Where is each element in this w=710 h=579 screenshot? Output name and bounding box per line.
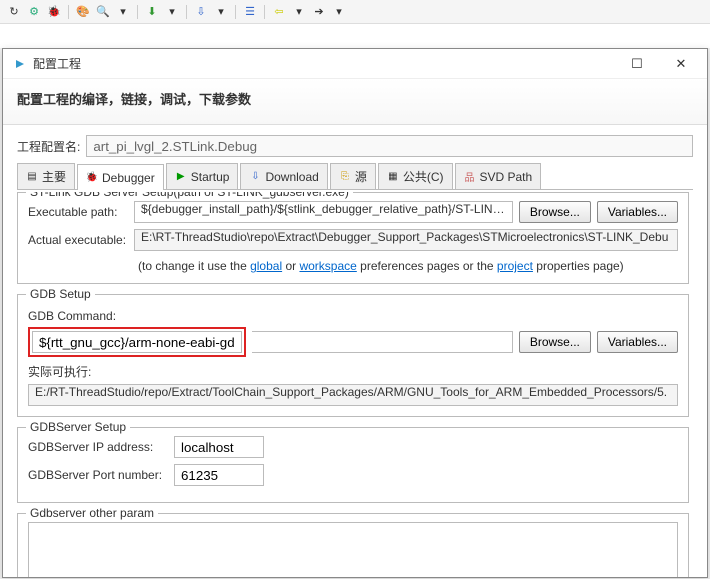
tab-source[interactable]: ⎘ 源 (330, 163, 376, 189)
port-label: GDBServer Port number: (28, 468, 168, 482)
window-controls: ☐ ✕ (619, 53, 699, 75)
back-icon[interactable]: ⇦ (271, 4, 287, 20)
port-row: GDBServer Port number: (28, 464, 678, 486)
download-icon: ⇩ (249, 171, 261, 183)
other-param-legend: Gdbserver other param (26, 506, 158, 520)
dialog-titlebar: 配置工程 ☐ ✕ (3, 49, 707, 79)
list-icon[interactable]: ☰ (242, 4, 258, 20)
variables-button[interactable]: Variables... (597, 331, 678, 353)
dialog-banner: 配置工程的编译，链接，调试，下载参数 (3, 79, 707, 125)
gdbserver-setup-group: GDBServer Setup GDBServer IP address: GD… (17, 427, 689, 503)
exec-path-row: Executable path: ${debugger_install_path… (28, 201, 678, 223)
gdb-command-highlight (28, 327, 246, 357)
config-dialog: 配置工程 ☐ ✕ 配置工程的编译，链接，调试，下载参数 工程配置名: ▤ 主要 … (2, 48, 708, 578)
tab-label: 公共(C) (403, 168, 444, 185)
tab-bar: ▤ 主要 🐞 Debugger ▶ Startup ⇩ Download ⎘ 源… (17, 163, 693, 190)
project-link[interactable]: project (497, 259, 533, 273)
dropdown-icon[interactable]: ▾ (115, 4, 131, 20)
tab-label: Debugger (102, 171, 155, 185)
gdb-command-label: GDB Command: (28, 309, 678, 323)
tab-label: SVD Path (480, 170, 533, 184)
variables-button[interactable]: Variables... (597, 201, 678, 223)
exec-path-input[interactable]: ${debugger_install_path}/${stlink_debugg… (134, 201, 513, 223)
blank-area (0, 24, 710, 48)
app-icon (11, 56, 27, 72)
config-name-label: 工程配置名: (17, 138, 80, 155)
tab-main[interactable]: ▤ 主要 (17, 163, 75, 189)
separator (264, 5, 265, 19)
ip-label: GDBServer IP address: (28, 440, 168, 454)
tab-debugger[interactable]: 🐞 Debugger (77, 164, 164, 190)
dropdown-icon[interactable]: ▾ (213, 4, 229, 20)
forward-icon[interactable]: ➔ (311, 4, 327, 20)
browse-button[interactable]: Browse... (519, 201, 591, 223)
stlink-legend: ST-Link GDB Server Setup(path of ST-LINK… (26, 191, 353, 199)
close-button[interactable]: ✕ (663, 53, 699, 75)
gdb-command-input-ext[interactable] (252, 331, 513, 353)
stlink-setup-group: ST-Link GDB Server Setup(path of ST-LINK… (17, 192, 689, 284)
source-icon: ⎘ (339, 171, 351, 183)
ip-row: GDBServer IP address: (28, 436, 678, 458)
browse-button[interactable]: Browse... (519, 331, 591, 353)
port-input[interactable] (174, 464, 264, 486)
workspace-link[interactable]: workspace (299, 259, 356, 273)
dropdown-icon[interactable]: ▾ (164, 4, 180, 20)
debugger-panel[interactable]: ST-Link GDB Server Setup(path of ST-LINK… (17, 191, 703, 577)
gdb-actual-label: 实际可执行: (28, 363, 678, 380)
download-icon[interactable]: ⇩ (193, 4, 209, 20)
gdb-legend: GDB Setup (26, 287, 95, 301)
config-name-row: 工程配置名: (17, 135, 693, 157)
refresh-icon[interactable]: ↻ (6, 4, 22, 20)
maximize-button[interactable]: ☐ (619, 53, 655, 75)
ip-input[interactable] (174, 436, 264, 458)
gear-icon[interactable]: ⚙ (26, 4, 42, 20)
gdb-command-input[interactable] (32, 331, 242, 353)
other-param-textarea[interactable] (28, 522, 678, 577)
document-icon: ▤ (26, 171, 38, 183)
separator (68, 5, 69, 19)
deploy-icon[interactable]: ⬇ (144, 4, 160, 20)
actual-exec-row: Actual executable: E:\RT-ThreadStudio\re… (28, 229, 678, 251)
actual-exec-label: Actual executable: (28, 233, 128, 247)
dialog-content: 工程配置名: ▤ 主要 🐞 Debugger ▶ Startup ⇩ Downl… (3, 125, 707, 577)
tab-startup[interactable]: ▶ Startup (166, 163, 239, 189)
tab-label: Startup (191, 170, 230, 184)
tab-label: Download (265, 170, 318, 184)
dropdown-icon[interactable]: ▾ (291, 4, 307, 20)
bug-icon[interactable]: 🐞 (46, 4, 62, 20)
bug-icon: 🐞 (86, 172, 98, 184)
tab-label: 主要 (42, 168, 66, 185)
palette-icon[interactable]: 🎨 (75, 4, 91, 20)
tab-common[interactable]: ▦ 公共(C) (378, 163, 453, 189)
gdb-actual-value: E:/RT-ThreadStudio/repo/Extract/ToolChai… (28, 384, 678, 406)
svd-icon: 品 (464, 171, 476, 183)
actual-exec-value: E:\RT-ThreadStudio\repo\Extract\Debugger… (134, 229, 678, 251)
gdb-command-row: Browse... Variables... (28, 327, 678, 357)
gdbserver-legend: GDBServer Setup (26, 420, 130, 434)
separator (137, 5, 138, 19)
banner-title: 配置工程的编译，链接，调试，下载参数 (17, 89, 693, 108)
path-hint: (to change it use the global or workspac… (28, 257, 678, 273)
tab-svd[interactable]: 品 SVD Path (455, 163, 542, 189)
search-icon[interactable]: 🔍 (95, 4, 111, 20)
tab-download[interactable]: ⇩ Download (240, 163, 327, 189)
ide-top-toolbar: ↻ ⚙ 🐞 🎨 🔍 ▾ ⬇ ▾ ⇩ ▾ ☰ ⇦ ▾ ➔ ▾ (0, 0, 710, 24)
dialog-title: 配置工程 (33, 55, 619, 72)
gdb-setup-group: GDB Setup GDB Command: Browse... Variabl… (17, 294, 689, 417)
config-name-input[interactable] (86, 135, 693, 157)
tab-label: 源 (355, 168, 367, 185)
separator (235, 5, 236, 19)
play-icon: ▶ (175, 171, 187, 183)
exec-path-label: Executable path: (28, 205, 128, 219)
other-param-group: Gdbserver other param (17, 513, 689, 577)
global-link[interactable]: global (250, 259, 282, 273)
dropdown-icon[interactable]: ▾ (331, 4, 347, 20)
common-icon: ▦ (387, 171, 399, 183)
separator (186, 5, 187, 19)
